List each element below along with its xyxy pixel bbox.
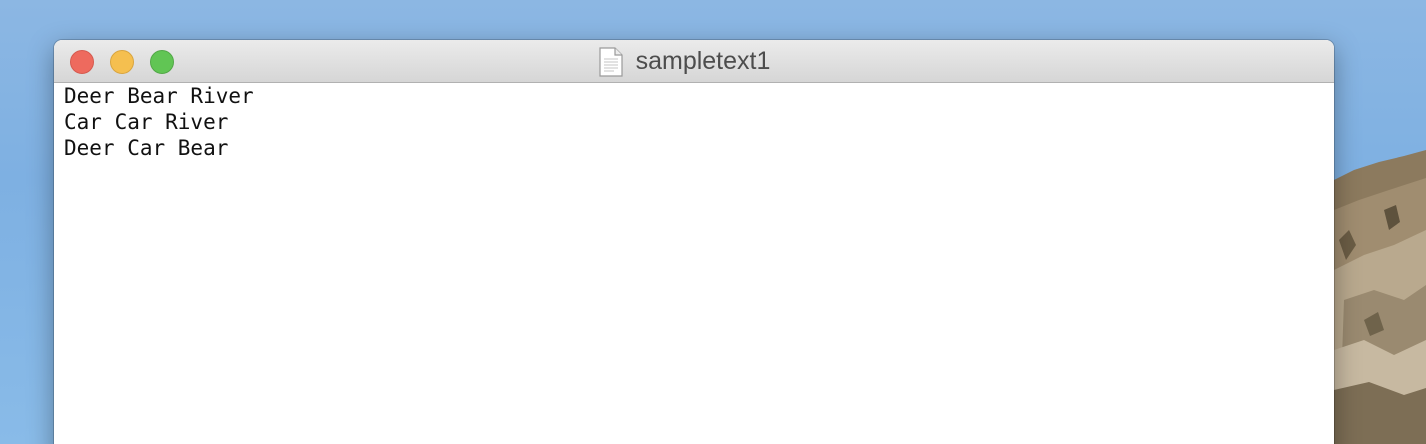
window-title: sampletext1 [635,47,771,75]
text-line[interactable]: Deer Bear River [64,83,1324,109]
text-line[interactable]: Car Car River [64,109,1324,135]
title-bar[interactable]: sampletext1 [54,40,1334,83]
text-editor-window[interactable]: sampletext1 Deer Bear River Car Car Rive… [54,40,1334,444]
text-line[interactable]: Deer Car Bear [64,135,1324,161]
text-editing-area[interactable]: Deer Bear River Car Car River Deer Car B… [54,83,1334,444]
desktop-wallpaper-rocks [1334,150,1426,444]
document-icon[interactable] [598,46,624,77]
window-title-area: sampletext1 [54,40,1334,83]
